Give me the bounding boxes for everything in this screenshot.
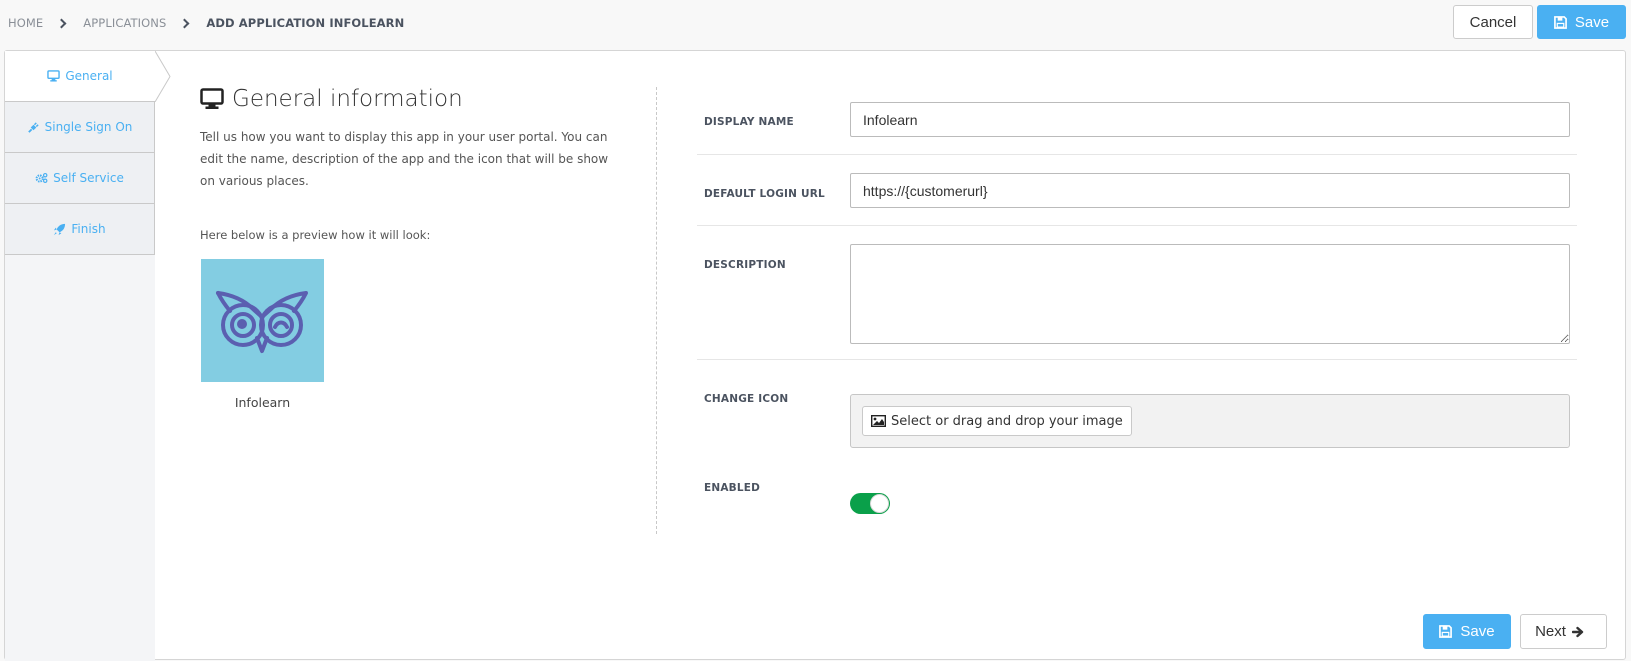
cancel-button-label: Cancel	[1469, 13, 1517, 31]
next-button[interactable]: Next	[1520, 614, 1607, 649]
plug-icon	[27, 121, 40, 134]
next-button-label: Next	[1535, 623, 1566, 640]
chevron-right-icon	[56, 18, 67, 28]
rocket-icon	[53, 223, 66, 236]
breadcrumb-current: ADD APPLICATION INFOLEARN	[206, 16, 405, 30]
enabled-label: ENABLED	[704, 482, 761, 494]
app-preview-tile	[201, 259, 324, 382]
enabled-toggle[interactable]	[850, 493, 890, 514]
floppy-disk-icon	[1439, 625, 1453, 638]
description-textarea[interactable]	[850, 244, 1570, 344]
save-button-label: Save	[1574, 13, 1610, 31]
form-divider	[697, 154, 1577, 155]
change-icon-label: CHANGE ICON	[704, 393, 789, 405]
save-button-bottom[interactable]: Save	[1423, 614, 1511, 649]
image-icon	[871, 415, 886, 427]
default-login-url-label: DEFAULT LOGIN URL	[704, 188, 825, 200]
page-title-text: General information	[232, 86, 463, 112]
form-divider	[697, 225, 1577, 226]
default-login-url-input[interactable]	[850, 173, 1570, 208]
save-button-label: Save	[1460, 623, 1495, 640]
page-title: General information	[200, 86, 463, 112]
cancel-button[interactable]: Cancel	[1453, 5, 1533, 39]
display-name-input[interactable]	[850, 102, 1570, 137]
preview-label: Here below is a preview how it will look…	[200, 228, 431, 242]
step-label: General	[65, 69, 113, 83]
breadcrumb: HOME APPLICATIONS ADD APPLICATION INFOLE…	[8, 16, 404, 30]
owl-logo-icon	[216, 291, 308, 353]
step-label: Single Sign On	[44, 120, 133, 134]
icon-dropzone[interactable]: Select or drag and drop your image	[850, 394, 1570, 448]
breadcrumb-applications[interactable]: APPLICATIONS	[83, 16, 166, 30]
description-label: DESCRIPTION	[704, 259, 786, 271]
display-name-label: DISPLAY NAME	[704, 116, 794, 128]
step-finish[interactable]: Finish	[5, 204, 155, 255]
step-label: Self Service	[53, 171, 124, 185]
column-divider	[656, 87, 657, 534]
step-general[interactable]: General	[5, 51, 155, 102]
save-button[interactable]: Save	[1537, 5, 1626, 39]
desktop-icon	[47, 70, 61, 82]
step-label: Finish	[71, 222, 106, 236]
form-divider	[697, 359, 1577, 360]
arrow-right-icon	[1571, 626, 1584, 638]
step-single-sign-on[interactable]: Single Sign On	[5, 102, 155, 153]
cogs-icon	[35, 172, 48, 184]
select-image-label: Select or drag and drop your image	[891, 413, 1123, 429]
chevron-right-icon	[179, 18, 190, 28]
select-image-button[interactable]: Select or drag and drop your image	[862, 406, 1132, 436]
top-bar: HOME APPLICATIONS ADD APPLICATION INFOLE…	[0, 0, 1631, 48]
step-self-service[interactable]: Self Service	[5, 153, 155, 204]
wizard-steps: General Single Sign On Self Service Fini…	[5, 51, 171, 661]
breadcrumb-home[interactable]: HOME	[8, 16, 43, 30]
toggle-knob	[870, 494, 889, 513]
app-preview-name: Infolearn	[234, 395, 291, 410]
intro-text: Tell us how you want to display this app…	[200, 130, 609, 188]
active-step-arrow	[155, 51, 171, 102]
floppy-disk-icon	[1553, 15, 1567, 29]
desktop-icon	[200, 88, 224, 110]
